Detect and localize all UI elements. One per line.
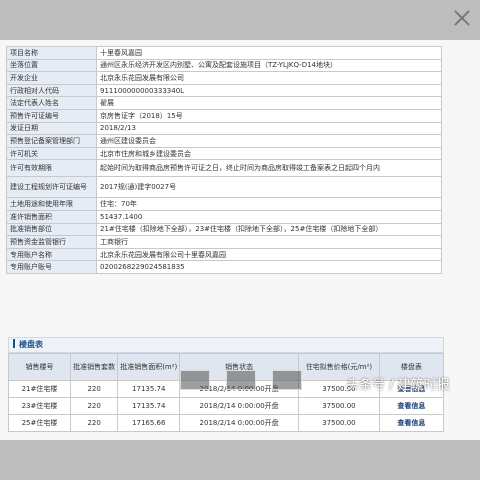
info-row: 土地用途和使用年限 住宅：70年 (6, 197, 442, 211)
sales-cell-price: 37500.00 (297, 414, 380, 432)
info-value: 北京永乐花园发展有限公司 (96, 71, 442, 85)
info-key: 准许销售面积 (6, 209, 97, 224)
sales-header: 批准销售套数 (69, 353, 119, 381)
section-title: 楼盘表 (19, 340, 43, 349)
sales-cell-status: 2018/2/14 0:00:00开盘 (179, 397, 299, 415)
info-key: 项目名称 (6, 46, 97, 60)
info-key: 建设工程规划许可证编号 (6, 176, 97, 199)
info-row: 发证日期 2018/2/13 (6, 121, 442, 136)
info-value: 911100000000333340L (96, 83, 442, 98)
info-row: 项目名称 十里春风嘉园 (6, 46, 442, 60)
prev-image-button[interactable] (180, 370, 210, 390)
info-row: 许可机关 北京市住房和城乡建设委员会 (6, 146, 442, 161)
sales-header: 批准销售面积(m²) (117, 353, 181, 381)
sales-cell-area: 17135.74 (117, 380, 181, 398)
info-row: 行政相对人代码 911100000000333340L (6, 83, 442, 98)
sales-cell-units: 220 (69, 414, 119, 432)
info-value: 北京永乐花园发展有限公司十里春风嘉园 (96, 247, 442, 262)
next-image-button[interactable] (226, 370, 256, 390)
info-value: 51437.1400 (96, 209, 442, 224)
sales-cell-units: 220 (69, 380, 119, 398)
info-value: 通州区建设委员会 (96, 134, 442, 148)
sales-row: 25#住宅楼 220 17165.66 2018/2/14 0:00:00开盘 3750… (8, 414, 445, 432)
sales-cell-area: 17165.66 (117, 414, 181, 432)
info-key: 开发企业 (6, 71, 97, 85)
info-value: 翟展 (96, 96, 442, 110)
sales-cell-price: 37500.00 (297, 397, 380, 415)
info-value: 2018/2/13 (96, 121, 442, 136)
info-row: 许可有效期限 起始时间为取得商品房预售许可证之日，终止时间为商品房取得竣工备案表之… (6, 159, 442, 178)
sales-row: 23#住宅楼 220 17135.74 2018/2/14 0:00:00开盘 3750… (8, 397, 445, 415)
section-bar (13, 339, 15, 348)
sales-header: 销售楼号 (8, 353, 71, 381)
info-value: 通州区永乐经济开发区内别墅、公寓及配套设施项目（TZ-YLJKQ-D14地块） (96, 58, 442, 73)
info-key: 预售资金监管银行 (6, 235, 97, 249)
info-row: 专用账户账号 0200268229024581835 (6, 260, 442, 274)
view-info-link[interactable]: 查看信息 (378, 414, 445, 432)
close-icon[interactable] (452, 8, 472, 28)
info-row: 专用账户名称 北京永乐花园发展有限公司十里春风嘉园 (6, 247, 442, 262)
info-key: 土地用途和使用年限 (6, 197, 97, 211)
info-value: 十里春风嘉园 (96, 46, 442, 60)
info-row: 预售登记备案管理部门 通州区建设委员会 (6, 134, 442, 148)
view-info-link[interactable]: 查看信息 (378, 397, 445, 415)
sales-cell-building: 21#住宅楼 (8, 380, 71, 398)
sales-cell-status: 2018/2/14 0:00:00开盘 (179, 414, 299, 432)
info-value: 工商银行 (96, 235, 442, 249)
sales-cell-area: 17135.74 (117, 397, 181, 415)
info-row: 准许销售面积 51437.1400 (6, 209, 442, 224)
info-value: 21#住宅楼（扣除地下全部），23#住宅楼（扣除地下全部），25#住宅楼（扣除地… (96, 222, 442, 237)
info-key: 坐落位置 (6, 58, 97, 73)
info-row: 法定代表人姓名 翟展 (6, 96, 442, 110)
info-value: 起始时间为取得商品房预售许可证之日，终止时间为商品房取得竣工备案表之日起四个月内 (96, 159, 442, 178)
info-key: 行政相对人代码 (6, 83, 97, 98)
info-key: 专用账户账号 (6, 260, 97, 274)
info-value: 2017规(通)建字0027号 (96, 176, 442, 199)
info-key: 批准销售部位 (6, 222, 97, 237)
info-key: 许可机关 (6, 146, 97, 161)
sales-cell-building: 23#住宅楼 (8, 397, 71, 415)
info-row: 批准销售部位 21#住宅楼（扣除地下全部），23#住宅楼（扣除地下全部），25#住… (6, 222, 442, 237)
info-value: 0200268229024581835 (96, 260, 442, 274)
sales-cell-building: 25#住宅楼 (8, 414, 71, 432)
watermark-text: 头条号 / 建筑时报 (346, 378, 450, 393)
info-key: 预售登记备案管理部门 (6, 134, 97, 148)
info-row: 坐落位置 通州区永乐经济开发区内别墅、公寓及配套设施项目（TZ-YLJKQ-D14… (6, 58, 442, 73)
info-key: 许可有效期限 (6, 159, 97, 178)
info-value: 北京市住房和城乡建设委员会 (96, 146, 442, 161)
info-value: 京房售证字（2018）15号 (96, 108, 442, 123)
info-key: 专用账户名称 (6, 247, 97, 262)
info-row: 预售许可证编号 京房售证字（2018）15号 (6, 108, 442, 123)
info-key: 预售许可证编号 (6, 108, 97, 123)
info-row: 预售资金监管银行 工商银行 (6, 235, 442, 249)
zoom-button[interactable] (272, 370, 302, 390)
section-header: 楼盘表 (8, 337, 444, 353)
project-info-table: 项目名称 十里春风嘉园 坐落位置 通州区永乐经济开发区内别墅、公寓及配套设施项目（TZ… (6, 46, 442, 274)
info-key: 发证日期 (6, 121, 97, 136)
sales-cell-units: 220 (69, 397, 119, 415)
info-row: 建设工程规划许可证编号 2017规(通)建字0027号 (6, 176, 442, 199)
info-row: 开发企业 北京永乐花园发展有限公司 (6, 71, 442, 85)
info-key: 法定代表人姓名 (6, 96, 97, 110)
info-value: 住宅：70年 (96, 197, 442, 211)
